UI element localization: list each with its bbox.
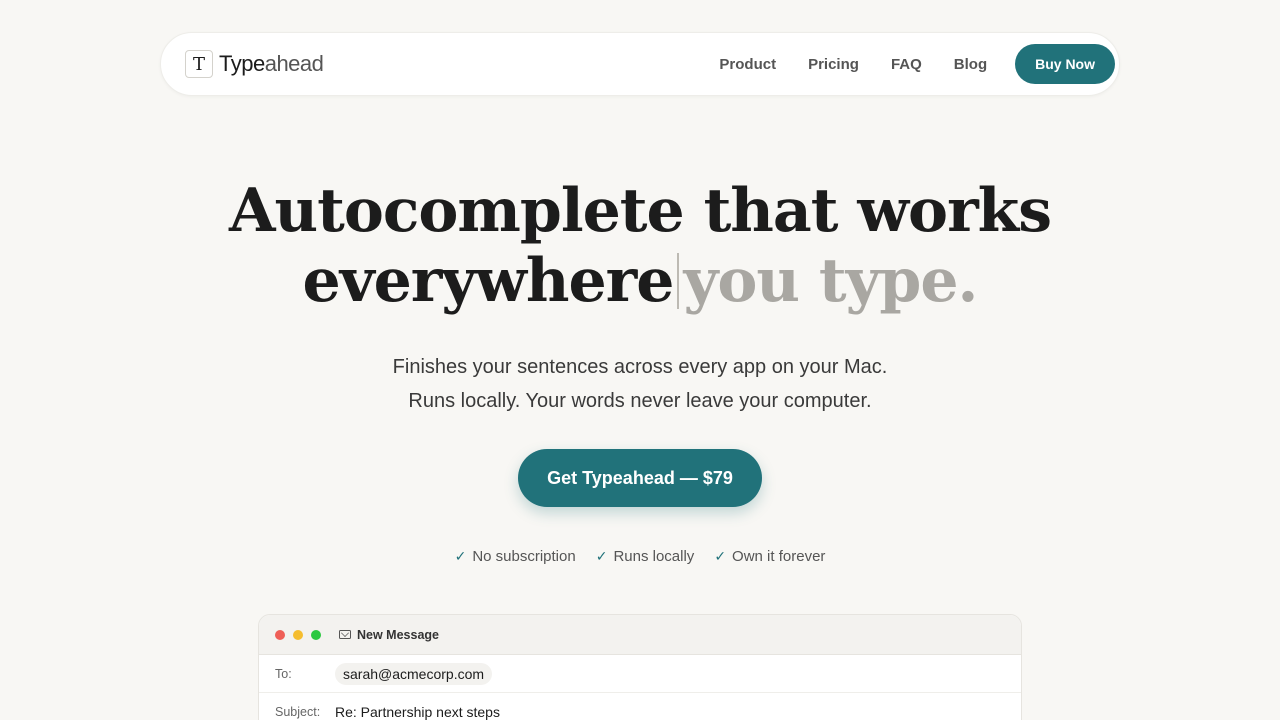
hero-subtitle-line1: Finishes your sentences across every app… [392, 356, 888, 378]
text-cursor-icon: T [185, 50, 213, 78]
recipient-chip[interactable]: sarah@acmecorp.com [335, 662, 493, 685]
hero-subtitle-line2: Runs locally. Your words never leave you… [408, 390, 872, 412]
subject-field[interactable]: Re: Partnership next steps [335, 704, 500, 720]
perk-item: ✓ Runs locally [596, 548, 695, 565]
hero-title-typed: everywhere [302, 246, 675, 316]
get-typeahead-button[interactable]: Get Typeahead — $79 [518, 449, 762, 507]
buy-now-button[interactable]: Buy Now [1015, 44, 1115, 84]
perk-label: Own it forever [732, 548, 826, 565]
brand-logo[interactable]: T Typeahead [185, 50, 324, 78]
brand-name: Typeahead [219, 51, 324, 76]
hero-title-line1: Autocomplete that works [228, 176, 1052, 246]
check-icon: ✓ [714, 548, 727, 564]
hero-title-ghost: you type. [683, 246, 978, 316]
subject-label: Subject: [275, 704, 321, 719]
nav-link-blog[interactable]: Blog [954, 56, 987, 73]
check-icon: ✓ [454, 548, 467, 564]
mail-window-title: New Message [339, 628, 439, 642]
nav-link-faq[interactable]: FAQ [891, 56, 922, 73]
to-row: To: sarah@acmecorp.com [259, 655, 1021, 693]
check-icon: ✓ [595, 548, 608, 564]
perk-label: No subscription [472, 548, 576, 565]
perks-list: ✓ No subscription ✓ Runs locally ✓ Own i… [0, 548, 1280, 565]
perk-item: ✓ No subscription [455, 548, 576, 565]
subject-row: Subject: Re: Partnership next steps [259, 693, 1021, 720]
hero-title: Autocomplete that works everywhere you ty… [0, 176, 1280, 316]
mail-demo-window: New Message To: sarah@acmecorp.com Subje… [258, 614, 1022, 720]
nav-link-pricing[interactable]: Pricing [808, 56, 859, 73]
mail-window-title-text: New Message [357, 627, 439, 642]
envelope-icon [339, 630, 351, 639]
perk-label: Runs locally [613, 548, 695, 565]
to-label: To: [275, 666, 292, 681]
nav-links: Product Pricing FAQ Blog [719, 56, 987, 73]
nav-link-product[interactable]: Product [719, 56, 776, 73]
close-window-icon[interactable] [275, 629, 285, 640]
perk-item: ✓ Own it forever [714, 548, 825, 565]
hero-subtitle: Finishes your sentences across every app… [0, 350, 1280, 418]
minimize-window-icon[interactable] [293, 629, 303, 640]
text-caret [677, 253, 680, 309]
zoom-window-icon[interactable] [311, 629, 321, 640]
top-nav: T Typeahead Product Pricing FAQ Blog Buy… [160, 32, 1120, 96]
mail-title-bar: New Message [259, 615, 1021, 655]
